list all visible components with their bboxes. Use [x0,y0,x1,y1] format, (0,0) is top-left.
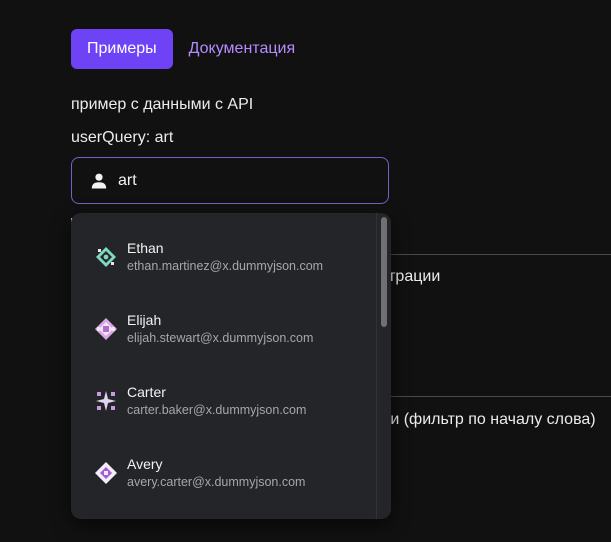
result-item-ethan[interactable]: Ethan ethan.martinez@x.dummyjson.com [71,213,376,285]
result-name: Avery [127,456,163,472]
avatar-identicon-icon [95,462,117,484]
background-text-fragment: ли (фильтр по началу слова) [381,411,596,428]
avatar-identicon-icon [95,390,117,412]
avatar-identicon-icon [95,318,117,340]
result-email: elijah.stewart@x.dummyjson.com [127,331,314,345]
results-dropdown: Ethan ethan.martinez@x.dummyjson.com Eli… [71,213,391,519]
query-readout: userQuery: art [71,129,174,146]
result-item-avery[interactable]: Avery avery.carter@x.dummyjson.com [71,429,376,501]
search-input[interactable] [116,170,360,191]
tab-bar: Примеры Документация [71,29,295,69]
result-email: avery.carter@x.dummyjson.com [127,475,306,489]
result-item-carter[interactable]: Carter carter.baker@x.dummyjson.com [71,357,376,429]
tab-documentation[interactable]: Документация [189,40,295,58]
scrollbar-thumb[interactable] [381,217,387,327]
avatar-identicon-icon [95,246,117,268]
result-email: carter.baker@x.dummyjson.com [127,403,307,417]
user-icon [90,172,108,190]
result-name: Ethan [127,240,164,256]
section-caption: пример с данными с API [71,96,254,113]
divider [380,254,611,255]
result-item-elijah[interactable]: Elijah elijah.stewart@x.dummyjson.com [71,285,376,357]
result-name: Elijah [127,312,162,328]
result-name: Carter [127,384,166,400]
search-field[interactable] [71,157,389,204]
tab-examples[interactable]: Примеры [71,29,173,69]
result-email: ethan.martinez@x.dummyjson.com [127,259,324,273]
divider [380,396,611,397]
